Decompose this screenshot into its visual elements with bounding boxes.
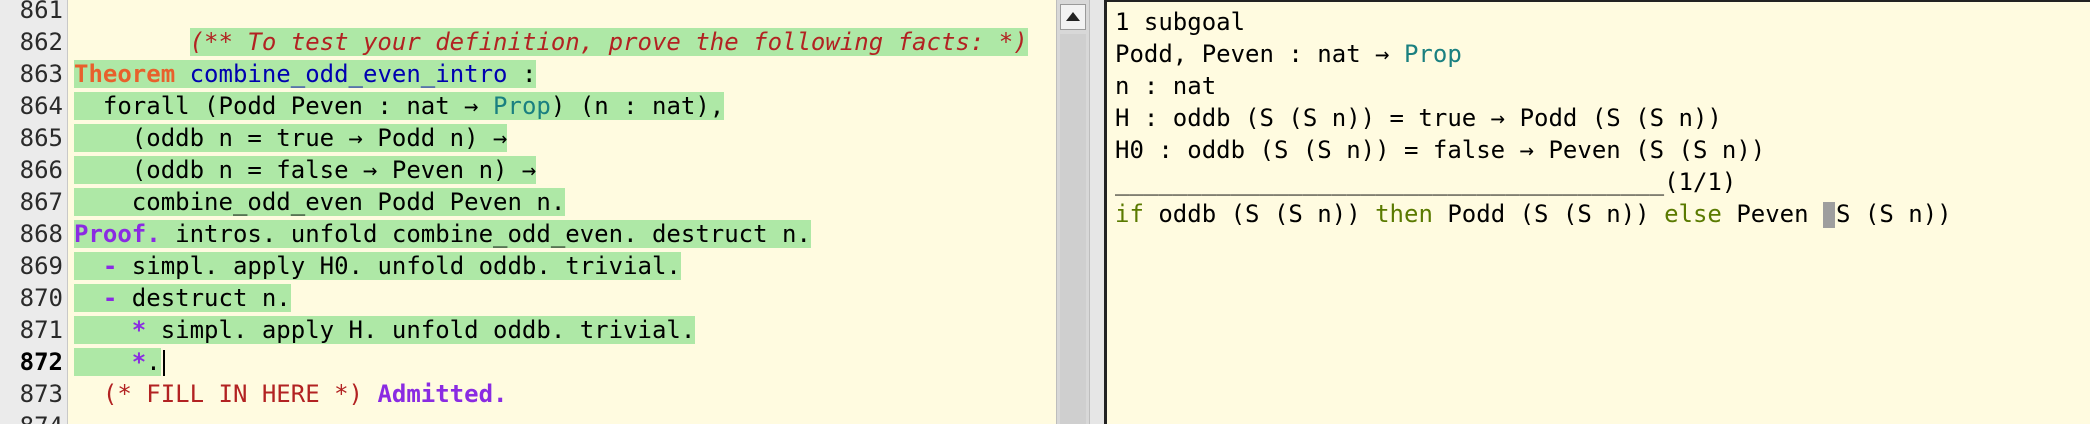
goal-text: S (S n)) [1836, 200, 1952, 228]
editor-scrollbar[interactable] [1056, 0, 1090, 424]
hypothesis-line: Podd, Peven : nat → Prop [1115, 38, 1462, 70]
code-text: (oddb n = true → Podd n) → [74, 124, 508, 152]
bullet-star: * [74, 316, 147, 344]
theorem-keyword: Theorem [74, 60, 176, 88]
hypothesis-text: Podd, Peven : nat → [1115, 40, 1404, 68]
line-number-current: 872 [19, 348, 63, 376]
code-text: combine_odd_even Podd Peven n. [74, 188, 566, 216]
code-text: (oddb n = false → Peven n) → [74, 156, 537, 184]
goal-conclusion: if oddb (S (S n)) then Podd (S (S n)) el… [1115, 198, 1952, 230]
code-line-866[interactable]: (oddb n = false → Peven n) → [74, 154, 537, 186]
scroll-up-arrow-icon[interactable] [1060, 4, 1086, 30]
goal-separator: ______________________________________(1… [1115, 168, 1737, 196]
hypothesis-line: H : oddb (S (S n)) = true → Podd (S (S n… [1115, 104, 1722, 132]
code-line-868[interactable]: Proof. intros. unfold combine_odd_even. … [74, 218, 811, 250]
line-number: 861 [19, 0, 63, 24]
pane-splitter[interactable] [1090, 0, 1104, 424]
line-number: 873 [19, 380, 63, 408]
code-text: : [507, 60, 537, 88]
code-line-863[interactable]: Theorem combine_odd_even_intro : [74, 58, 537, 90]
code-line-870[interactable]: - destruct n. [74, 282, 291, 314]
else-keyword: else [1664, 200, 1722, 228]
line-number: 874 [20, 410, 63, 424]
comment-text: (** To test your definition, prove the f… [189, 28, 1028, 56]
code-text: simpl. apply H. unfold oddb. trivial. [146, 316, 696, 344]
prop-keyword: Prop [1403, 40, 1462, 68]
line-number: 864 [19, 92, 63, 120]
coq-ide-window: 861 862 863 864 865 866 867 868 869 870 … [0, 0, 2090, 424]
subgoal-count: 1 subgoal [1115, 8, 1246, 36]
then-keyword: then [1375, 200, 1433, 228]
goal-text: Podd (S (S n)) [1432, 200, 1665, 228]
line-number: 863 [19, 60, 63, 88]
code-line-864[interactable]: forall (Podd Peven : nat → Prop) (n : na… [74, 90, 725, 122]
code-area[interactable]: (** To test your definition, prove the f… [74, 0, 1054, 424]
goals-pane: 1 subgoal Podd, Peven : nat → Prop n : n… [1104, 0, 2090, 424]
code-text: . [146, 348, 161, 376]
code-line-861[interactable]: (** To test your definition, prove the f… [74, 0, 1028, 56]
if-keyword: if [1115, 200, 1144, 228]
bullet-dash: - [74, 284, 118, 312]
goal-text: Peven [1721, 200, 1824, 228]
line-number: 866 [19, 156, 63, 184]
code-line-873[interactable]: (* FILL IN HERE *) Admitted. [74, 378, 508, 410]
code-line-871[interactable]: * simpl. apply H. unfold oddb. trivial. [74, 314, 696, 346]
proof-keyword: Proof. [74, 220, 161, 248]
admitted-keyword: Admitted. [377, 380, 508, 408]
line-number: 871 [19, 316, 63, 344]
code-text: intros. unfold combine_odd_even. destruc… [160, 220, 811, 248]
code-line-872[interactable]: *. [74, 346, 165, 378]
code-text: simpl. apply H0. unfold oddb. trivial. [117, 252, 681, 280]
goal-text: oddb (S (S n)) [1143, 200, 1376, 228]
hypothesis-line: n : nat [1115, 72, 1217, 100]
block-cursor [1823, 202, 1836, 228]
code-text: ) (n : nat), [550, 92, 725, 120]
arrow-symbol: → [464, 92, 479, 120]
prop-keyword: Prop [493, 92, 551, 120]
line-number: 865 [19, 124, 63, 152]
script-editor[interactable]: 861 862 863 864 865 866 867 868 869 870 … [0, 0, 1056, 424]
bullet-star: * [74, 348, 147, 376]
line-number: 870 [19, 284, 63, 312]
code-line-867[interactable]: combine_odd_even Podd Peven n. [74, 186, 566, 218]
text-cursor [162, 350, 165, 376]
line-number-gutter: 861 862 863 864 865 866 867 868 869 870 … [0, 0, 68, 424]
line-number: 868 [19, 220, 63, 248]
line-number: 862 [19, 28, 63, 56]
code-text: forall (Podd Peven : nat [74, 92, 465, 120]
code-line-869[interactable]: - simpl. apply H0. unfold oddb. trivial. [74, 250, 681, 282]
todo-comment: (* FILL IN HERE *) [74, 380, 363, 408]
line-number: 867 [19, 188, 63, 216]
code-line-865[interactable]: (oddb n = true → Podd n) → [74, 122, 508, 154]
scroll-track[interactable] [1060, 34, 1086, 424]
line-number: 869 [19, 252, 63, 280]
bullet-dash: - [74, 252, 118, 280]
hypothesis-line: H0 : oddb (S (S n)) = false → Peven (S (… [1115, 136, 1766, 164]
theorem-name: combine_odd_even_intro [189, 60, 508, 88]
code-text: destruct n. [117, 284, 291, 312]
